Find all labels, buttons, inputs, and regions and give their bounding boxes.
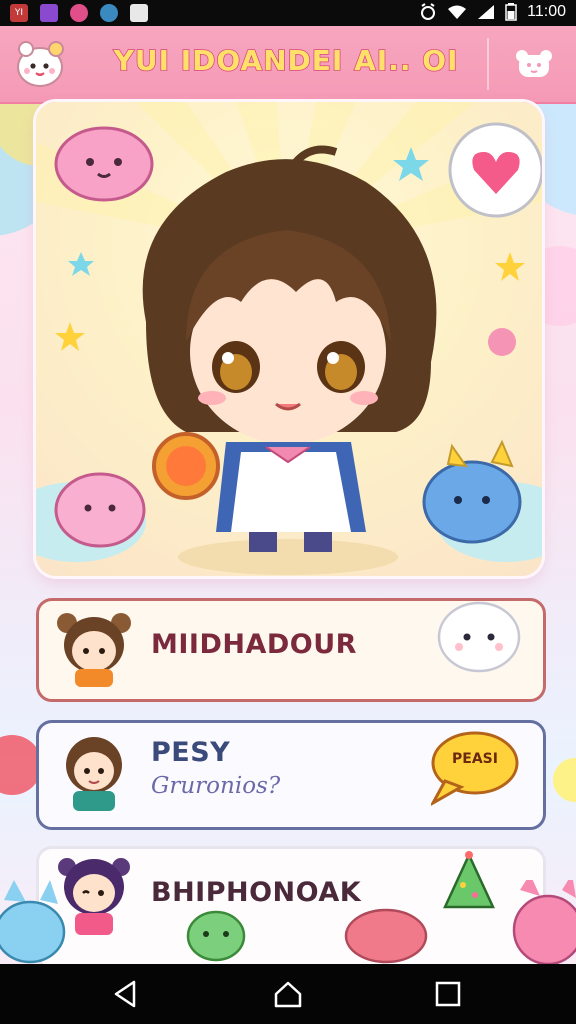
image-icon [130,4,148,22]
header-divider [487,38,489,90]
home-icon[interactable] [272,978,304,1010]
back-icon[interactable] [110,978,142,1010]
hero-card[interactable] [36,102,542,576]
bear-face-icon[interactable] [512,46,556,82]
bear-ear-boy-avatar [57,613,131,687]
navigation-bar [0,964,576,1024]
speech-bubble-icon: PEASI [431,731,519,806]
blue-cat [0,880,66,964]
battery-icon [505,3,517,21]
list-item-title: PESY [151,737,231,768]
list-item[interactable]: MIIDHADOUR [36,598,546,702]
status-time: 11:00 [527,3,566,20]
red-cat [344,908,428,964]
app-header: YUI IDOANDEI AI.. OI [0,26,576,102]
mascot-logo-icon[interactable] [12,35,70,93]
bottom-creatures [0,880,576,964]
list-item[interactable]: PESY Gruronios? PEASI [36,720,546,830]
ghost-icon [437,601,521,673]
shield-icon [100,4,118,22]
alarm-icon [421,3,436,20]
bubble-text: PEASI [452,751,498,767]
gallery-icon [40,4,58,22]
pink-cat-right [512,880,576,964]
heart-bubble-icon [448,122,542,218]
green-shirt-boy-avatar [66,737,122,811]
pink-cat [54,472,146,548]
app-icon-2 [70,4,88,22]
wifi-icon [448,5,467,19]
pink-creature [54,126,154,202]
recents-icon[interactable] [432,978,464,1010]
blue-creature [422,439,522,544]
app-icon-1: YI [10,4,28,22]
chibi-girl-illustration [36,102,542,575]
status-bar: YI 11:00 [0,0,576,26]
green-blob [186,910,246,962]
signal-icon [478,5,495,19]
list-item-subtitle: Gruronios? [151,773,281,799]
app-title: YUI IDOANDEI AI.. OI [113,43,459,78]
notification-icons: YI [10,4,148,22]
list-item-title: MIIDHADOUR [151,629,357,660]
